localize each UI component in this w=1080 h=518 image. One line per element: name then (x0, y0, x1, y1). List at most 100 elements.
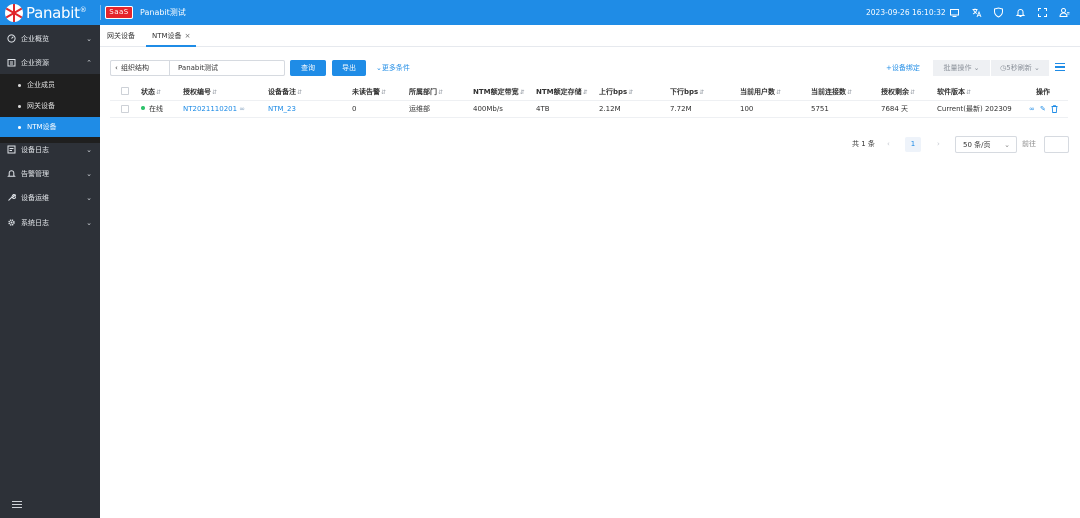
monitor-icon[interactable] (949, 7, 960, 18)
sidebar-item-label: 网关设备 (27, 102, 55, 110)
main-content: ‹ 组织结构 Panabit测试 查询 导出 ⌄更多条件 +设备绑定 批量操作 … (100, 48, 1080, 518)
link-icon: ∞ (239, 105, 246, 113)
fullscreen-icon[interactable] (1037, 7, 1048, 18)
cell-license-left: 7684 天 (881, 105, 909, 113)
goto-page-input[interactable] (1044, 136, 1069, 153)
header-divider (100, 5, 101, 20)
sort-icon: ⇵ (910, 89, 916, 96)
sidebar-group-overview[interactable]: 企业概览 ⌄ (0, 27, 100, 51)
sidebar-group-ops[interactable]: 设备运维 ⌄ (0, 186, 100, 210)
sidebar-group-label: 设备运维 (21, 194, 49, 202)
page-1-button[interactable]: 1 (905, 137, 921, 152)
auto-refresh-label: 5秒刷新 (1006, 64, 1032, 72)
col-label: 当前用户数 (740, 88, 775, 96)
sort-icon: ⇵ (381, 89, 387, 96)
sidebar-item-label: 企业成员 (27, 81, 55, 89)
col-storage[interactable]: NTM额定存储⇵ (536, 83, 588, 101)
tab-gateway[interactable]: 网关设备 (107, 25, 135, 47)
back-org-button[interactable]: ‹ 组织结构 (110, 60, 170, 76)
col-label: 上行bps (599, 88, 628, 96)
org-select-input[interactable]: Panabit测试 (169, 60, 285, 76)
cell-storage: 4TB (536, 105, 550, 113)
sort-icon: ⇵ (847, 89, 853, 96)
org-title: Panabit测试 (140, 8, 186, 17)
col-label: 授权编号 (183, 88, 211, 96)
column-settings-icon[interactable] (1055, 63, 1065, 72)
sidebar-group-system-logs[interactable]: 系统日志 ⌄ (0, 211, 100, 235)
bind-device-button[interactable]: +设备绑定 (886, 60, 920, 76)
chevron-down-icon: ⌄ (86, 194, 92, 202)
back-label: 组织结构 (121, 64, 149, 72)
prev-page-button[interactable]: ‹ (887, 136, 890, 153)
edit-icon[interactable]: ✎ (1040, 101, 1046, 118)
close-icon[interactable]: × (185, 32, 191, 40)
status-text: 在线 (149, 105, 163, 113)
sort-icon: ⇵ (966, 89, 972, 96)
col-actions: 操作 (1036, 88, 1050, 96)
panabit-logo-icon (5, 3, 23, 22)
col-users[interactable]: 当前用户数⇵ (740, 83, 781, 101)
select-all-checkbox[interactable] (121, 87, 129, 95)
sort-icon: ⇵ (519, 89, 525, 96)
user-settings-icon[interactable] (1059, 7, 1070, 18)
table-row: 在线 NT2021110201 ∞ NTM_23 0 运维部 400Mb/s 4… (110, 101, 1068, 118)
col-label: 设备备注 (268, 88, 296, 96)
col-alerts[interactable]: 未读告警⇵ (352, 83, 386, 101)
link-icon[interactable]: ∞ (1029, 101, 1035, 118)
sort-icon: ⇵ (628, 89, 634, 96)
query-button[interactable]: 查询 (290, 60, 326, 76)
sidebar-item-ntm[interactable]: NTM设备 (0, 117, 100, 137)
chevron-down-icon: ⌄ (86, 35, 92, 43)
col-label: 所属部门 (409, 88, 437, 96)
tab-label: NTM设备 (152, 32, 182, 40)
more-conditions-link[interactable]: ⌄更多条件 (376, 60, 410, 76)
col-license-left[interactable]: 授权剩余⇵ (881, 83, 915, 101)
brand-logo[interactable]: Panabit® (0, 0, 100, 25)
cell-status: 在线 (141, 101, 163, 118)
cell-license-link[interactable]: NT2021110201 ∞ (183, 101, 245, 118)
building-icon (6, 58, 16, 69)
tab-ntm[interactable]: NTM设备 × (146, 25, 197, 47)
col-department[interactable]: 所属部门⇵ (409, 83, 443, 101)
col-bandwidth[interactable]: NTM额定带宽⇵ (473, 83, 525, 101)
log-icon (6, 145, 16, 156)
sidebar-item-gateway[interactable]: 网关设备 (0, 96, 100, 116)
col-version[interactable]: 软件版本⇵ (937, 83, 971, 101)
page-size-select[interactable]: 50 条/页 ⌄ (955, 136, 1017, 153)
col-remark[interactable]: 设备备注⇵ (268, 83, 302, 101)
col-status[interactable]: 状态⇵ (141, 83, 161, 101)
batch-ops-label: 批量操作 (943, 64, 972, 72)
dashboard-icon (6, 33, 16, 45)
delete-icon[interactable] (1051, 101, 1058, 118)
sort-icon: ⇵ (776, 89, 782, 96)
export-button[interactable]: 导出 (332, 60, 366, 76)
cell-remark-link[interactable]: NTM_23 (268, 101, 296, 118)
device-table: 状态⇵ 授权编号⇵ 设备备注⇵ 未读告警⇵ 所属部门⇵ NTM额定带宽⇵ NTM… (110, 83, 1068, 118)
col-label: NTM额定带宽 (473, 88, 519, 96)
top-bar: Panabit® SaaS Panabit测试 2023-09-26 16:10… (0, 0, 1080, 25)
col-up-bps[interactable]: 上行bps⇵ (599, 83, 633, 101)
next-page-button[interactable]: › (937, 136, 940, 153)
sort-icon: ⇵ (212, 89, 218, 96)
collapse-sidebar-icon[interactable] (12, 501, 22, 509)
chevron-left-icon: ‹ (115, 64, 118, 72)
license-text: NT2021110201 (183, 105, 238, 113)
sidebar-group-alerts[interactable]: 告警管理 ⌄ (0, 162, 100, 186)
row-checkbox[interactable] (121, 105, 129, 113)
auto-refresh-dropdown[interactable]: ◷5秒刷新 ⌄ (991, 60, 1049, 76)
batch-ops-dropdown[interactable]: 批量操作 ⌄ (933, 60, 990, 76)
translate-icon[interactable] (971, 7, 982, 18)
sidebar-item-members[interactable]: 企业成员 (0, 75, 100, 95)
col-connections[interactable]: 当前连接数⇵ (811, 83, 852, 101)
shield-icon[interactable] (993, 7, 1004, 18)
sidebar-group-label: 企业概览 (21, 35, 49, 43)
sidebar-group-device-logs[interactable]: 设备日志 ⌄ (0, 138, 100, 162)
col-down-bps[interactable]: 下行bps⇵ (670, 83, 704, 101)
chevron-down-icon: ⌄ (1004, 141, 1010, 149)
bell-icon (6, 169, 16, 180)
sidebar-group-resources[interactable]: 企业资源 ⌃ (0, 51, 100, 75)
col-license[interactable]: 授权编号⇵ (183, 83, 217, 101)
datetime: 2023-09-26 16:10:32 (866, 8, 946, 17)
cell-down-bps: 7.72M (670, 105, 692, 113)
bell-icon[interactable] (1015, 7, 1026, 18)
